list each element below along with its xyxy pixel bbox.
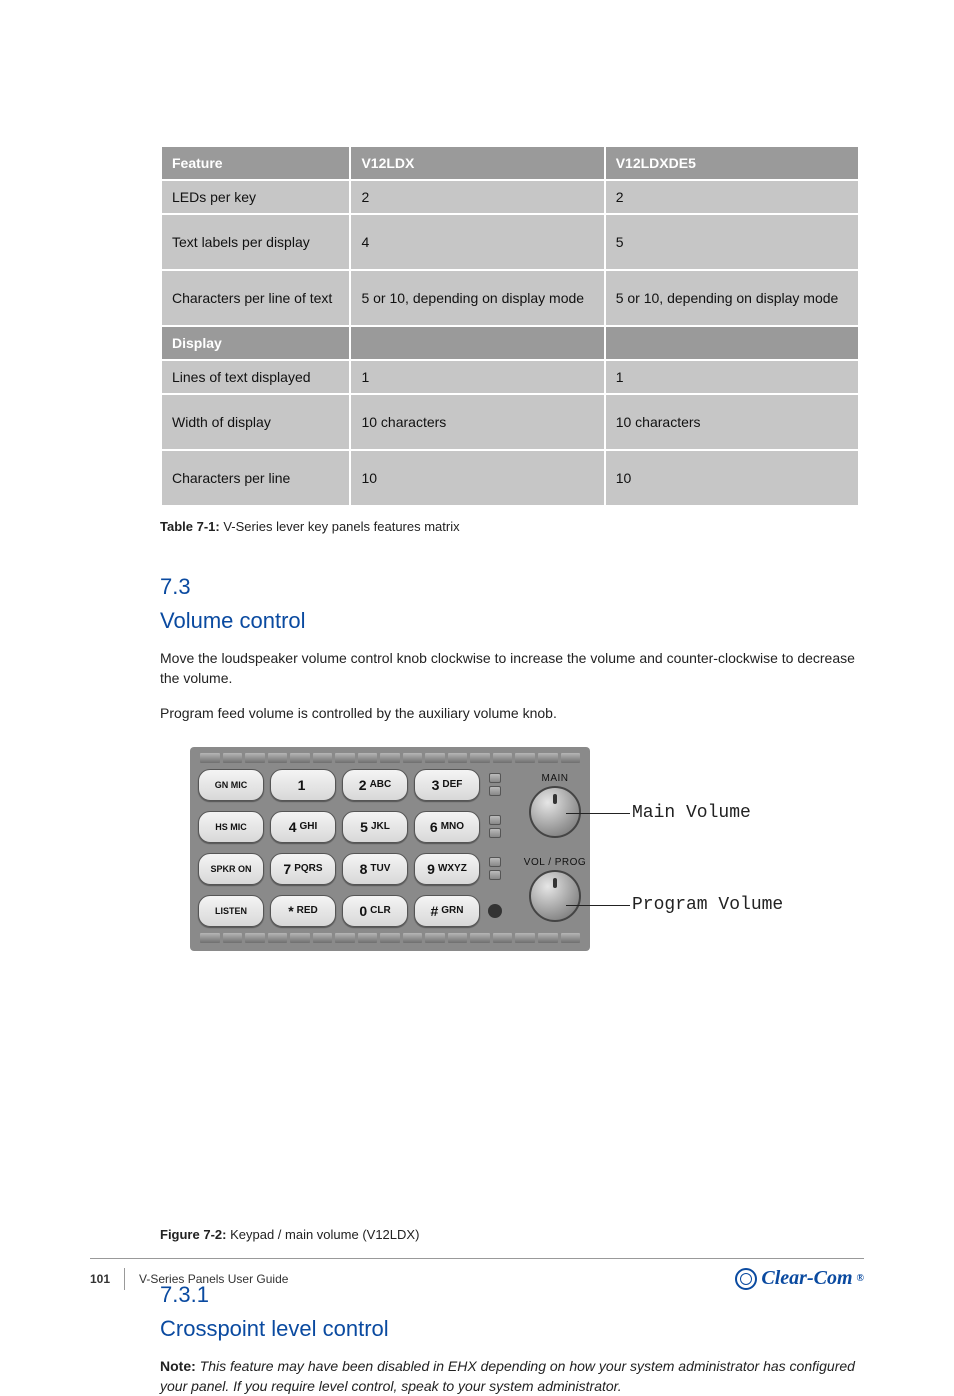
key-9[interactable]: 9WXYZ <box>414 853 480 885</box>
hs-mic-button[interactable]: HS MIC <box>198 811 264 843</box>
table-caption: Table 7-1: V-Series lever key panels fea… <box>160 519 864 534</box>
content-area: Feature V12LDX V12LDXDE5 LEDs per key22 … <box>160 145 864 1396</box>
table-row: LEDs per key22 <box>162 181 858 213</box>
paragraph: Program feed volume is controlled by the… <box>160 703 860 723</box>
section-7-3-number: 7.3 <box>160 574 864 600</box>
th-v12ldxde5: V12LDXDE5 <box>606 147 858 179</box>
key-8[interactable]: 8TUV <box>342 853 408 885</box>
table-row: Lines of text displayed11 <box>162 361 858 393</box>
th-v12ldx: V12LDX <box>351 147 603 179</box>
page-number: 101 <box>90 1272 110 1286</box>
led-column <box>486 767 504 803</box>
key-6[interactable]: 6MNO <box>414 811 480 843</box>
callout-main-volume: Main Volume <box>632 803 751 823</box>
vol-prog-knob-label: VOL / PROG <box>524 857 586 868</box>
spkr-on-button[interactable]: SPKR ON <box>198 853 264 885</box>
keypad-panel: GN MIC 1 2ABC 3DEF MAIN HS MIC 4GHI 5JKL… <box>190 747 590 951</box>
led-column <box>486 851 504 887</box>
table-row: Characters per line of text5 or 10, depe… <box>162 271 858 325</box>
clear-com-logo: Clear-Com® <box>735 1267 864 1290</box>
key-7[interactable]: 7PQRS <box>270 853 336 885</box>
gn-mic-button[interactable]: GN MIC <box>198 769 264 801</box>
table-row: Characters per line1010 <box>162 451 858 505</box>
doc-title: V-Series Panels User Guide <box>139 1272 288 1286</box>
section-7-3-title: Volume control <box>160 608 864 634</box>
table-row-header: Display <box>162 327 858 359</box>
figure-7-2: GN MIC 1 2ABC 3DEF MAIN HS MIC 4GHI 5JKL… <box>160 747 864 977</box>
note-paragraph: Note: This feature may have been disable… <box>160 1356 860 1396</box>
program-volume-knob[interactable] <box>529 870 581 922</box>
key-star[interactable]: *RED <box>270 895 336 927</box>
led-column <box>486 809 504 845</box>
footer-divider <box>124 1268 125 1290</box>
vent-bottom <box>200 933 580 943</box>
features-table: Feature V12LDX V12LDXDE5 LEDs per key22 … <box>160 145 860 507</box>
key-4[interactable]: 4GHI <box>270 811 336 843</box>
th-feature: Feature <box>162 147 349 179</box>
vent-top <box>200 753 580 763</box>
table-row: Text labels per display45 <box>162 215 858 269</box>
callout-line <box>566 905 630 906</box>
page-footer: 101 V-Series Panels User Guide Clear-Com… <box>90 1258 864 1290</box>
main-knob-area: MAIN <box>510 773 600 838</box>
callout-program-volume: Program Volume <box>632 895 783 915</box>
main-knob-label: MAIN <box>542 773 569 784</box>
callout-line <box>566 813 630 814</box>
key-5[interactable]: 5JKL <box>342 811 408 843</box>
key-hash[interactable]: #GRN <box>414 895 480 927</box>
key-1[interactable]: 1 <box>270 769 336 801</box>
indicator-dot <box>486 904 504 918</box>
paragraph: Move the loudspeaker volume control knob… <box>160 648 860 689</box>
key-2[interactable]: 2ABC <box>342 769 408 801</box>
key-0[interactable]: 0CLR <box>342 895 408 927</box>
table-row: Width of display10 characters10 characte… <box>162 395 858 449</box>
key-3[interactable]: 3DEF <box>414 769 480 801</box>
figure-caption: Figure 7-2: Keypad / main volume (V12LDX… <box>160 1227 864 1242</box>
section-7-3-1-title: Crosspoint level control <box>160 1316 864 1342</box>
prog-knob-area: VOL / PROG <box>510 857 600 922</box>
listen-button[interactable]: LISTEN <box>198 895 264 927</box>
logo-mark-icon <box>735 1268 757 1290</box>
